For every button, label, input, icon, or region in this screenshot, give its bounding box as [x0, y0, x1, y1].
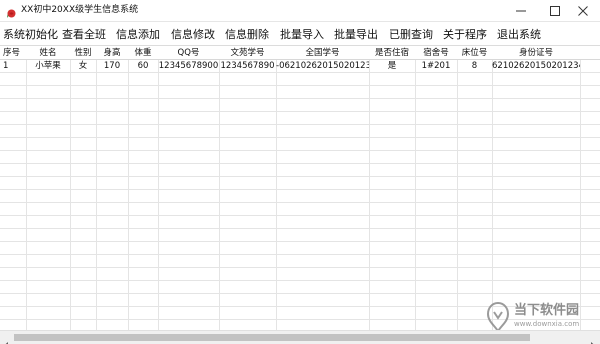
- watermark-title: 当下软件园: [514, 303, 580, 318]
- menu-view-class[interactable]: 查看全班: [62, 28, 106, 41]
- menu-delete-info[interactable]: 信息删除: [225, 28, 269, 41]
- column-divider: [457, 47, 458, 330]
- menu-exit[interactable]: 退出系统: [497, 28, 541, 41]
- column-header[interactable]: 床位号: [457, 47, 492, 60]
- rose-icon: [5, 5, 17, 18]
- column-header[interactable]: 身份证号: [492, 47, 580, 60]
- title-bar: XX初中20XX级学生信息系统: [0, 0, 600, 22]
- column-divider: [70, 47, 71, 330]
- scroll-left-icon[interactable]: [3, 334, 10, 344]
- menu-add-info[interactable]: 信息添加: [116, 28, 160, 41]
- column-divider: [219, 47, 220, 330]
- table-row[interactable]: 1 小苹果 女 170 60 12345678900 1234567890 -0…: [0, 60, 600, 73]
- cell-name: 小苹果: [35, 61, 61, 71]
- menu-about[interactable]: 关于程序: [443, 28, 487, 41]
- menu-edit-info[interactable]: 信息修改: [171, 28, 215, 41]
- window-title: XX初中20XX级学生信息系统: [21, 5, 139, 15]
- cell-weight: 60: [137, 61, 149, 71]
- column-header[interactable]: 姓名: [26, 47, 70, 60]
- close-icon: [578, 6, 588, 16]
- column-header[interactable]: 文苑学号: [219, 47, 276, 60]
- cell-height: 170: [103, 61, 121, 71]
- cell-school-id: 1234567890: [220, 61, 275, 71]
- column-header[interactable]: 身高: [96, 47, 128, 60]
- menu-bar: 系统初始化 查看全班 信息添加 信息修改 信息删除 批量导入 批量导出 已删查询…: [0, 22, 600, 46]
- cell-boarding: 是: [387, 61, 397, 71]
- column-header[interactable]: 性别: [70, 47, 96, 60]
- column-divider: [276, 47, 277, 330]
- column-divider: [128, 47, 129, 330]
- column-divider: [369, 47, 370, 330]
- horizontal-scrollbar[interactable]: [0, 330, 600, 344]
- student-table: 序号 姓名 性别 身高 体重 QQ号 文苑学号 全国学号 是否住宿 宿舍号 床位…: [0, 47, 600, 330]
- column-divider: [492, 47, 493, 330]
- cell-national-id: -0621026201502012345: [276, 61, 369, 71]
- column-header[interactable]: 体重: [128, 47, 158, 60]
- column-header[interactable]: 是否住宿: [369, 47, 415, 60]
- column-header[interactable]: 全国学号: [276, 47, 369, 60]
- cell-id-card: 621026201502012345: [492, 61, 580, 71]
- menu-init-system[interactable]: 系统初始化: [3, 28, 58, 41]
- maximize-icon: [550, 6, 560, 16]
- menu-deleted-query[interactable]: 已删查询: [389, 28, 433, 41]
- column-divider: [26, 47, 27, 330]
- cell-qq: 12345678900: [158, 61, 219, 71]
- minimize-icon: [516, 10, 526, 12]
- table-header: 序号 姓名 性别 身高 体重 QQ号 文苑学号 全国学号 是否住宿 宿舍号 床位…: [0, 47, 600, 60]
- watermark-url: www.downxia.com: [514, 320, 580, 328]
- menu-batch-export[interactable]: 批量导出: [334, 28, 378, 41]
- column-header[interactable]: QQ号: [158, 47, 219, 60]
- column-divider: [415, 47, 416, 330]
- minimize-button[interactable]: [504, 0, 538, 22]
- close-button[interactable]: [566, 0, 600, 22]
- column-divider: [580, 47, 581, 330]
- scroll-right-icon[interactable]: [589, 334, 596, 344]
- cell-bed: 8: [471, 61, 478, 71]
- column-header[interactable]: 宿舍号: [415, 47, 457, 60]
- column-divider: [96, 47, 97, 330]
- column-header[interactable]: 序号: [0, 47, 26, 60]
- scrollbar-thumb[interactable]: [14, 334, 530, 341]
- menu-batch-import[interactable]: 批量导入: [280, 28, 324, 41]
- cell-gender: 女: [78, 61, 88, 71]
- cell-dorm: 1#201: [421, 61, 451, 71]
- cell-index: 1: [3, 61, 9, 71]
- downxia-logo-icon: [486, 301, 510, 333]
- column-divider: [158, 47, 159, 330]
